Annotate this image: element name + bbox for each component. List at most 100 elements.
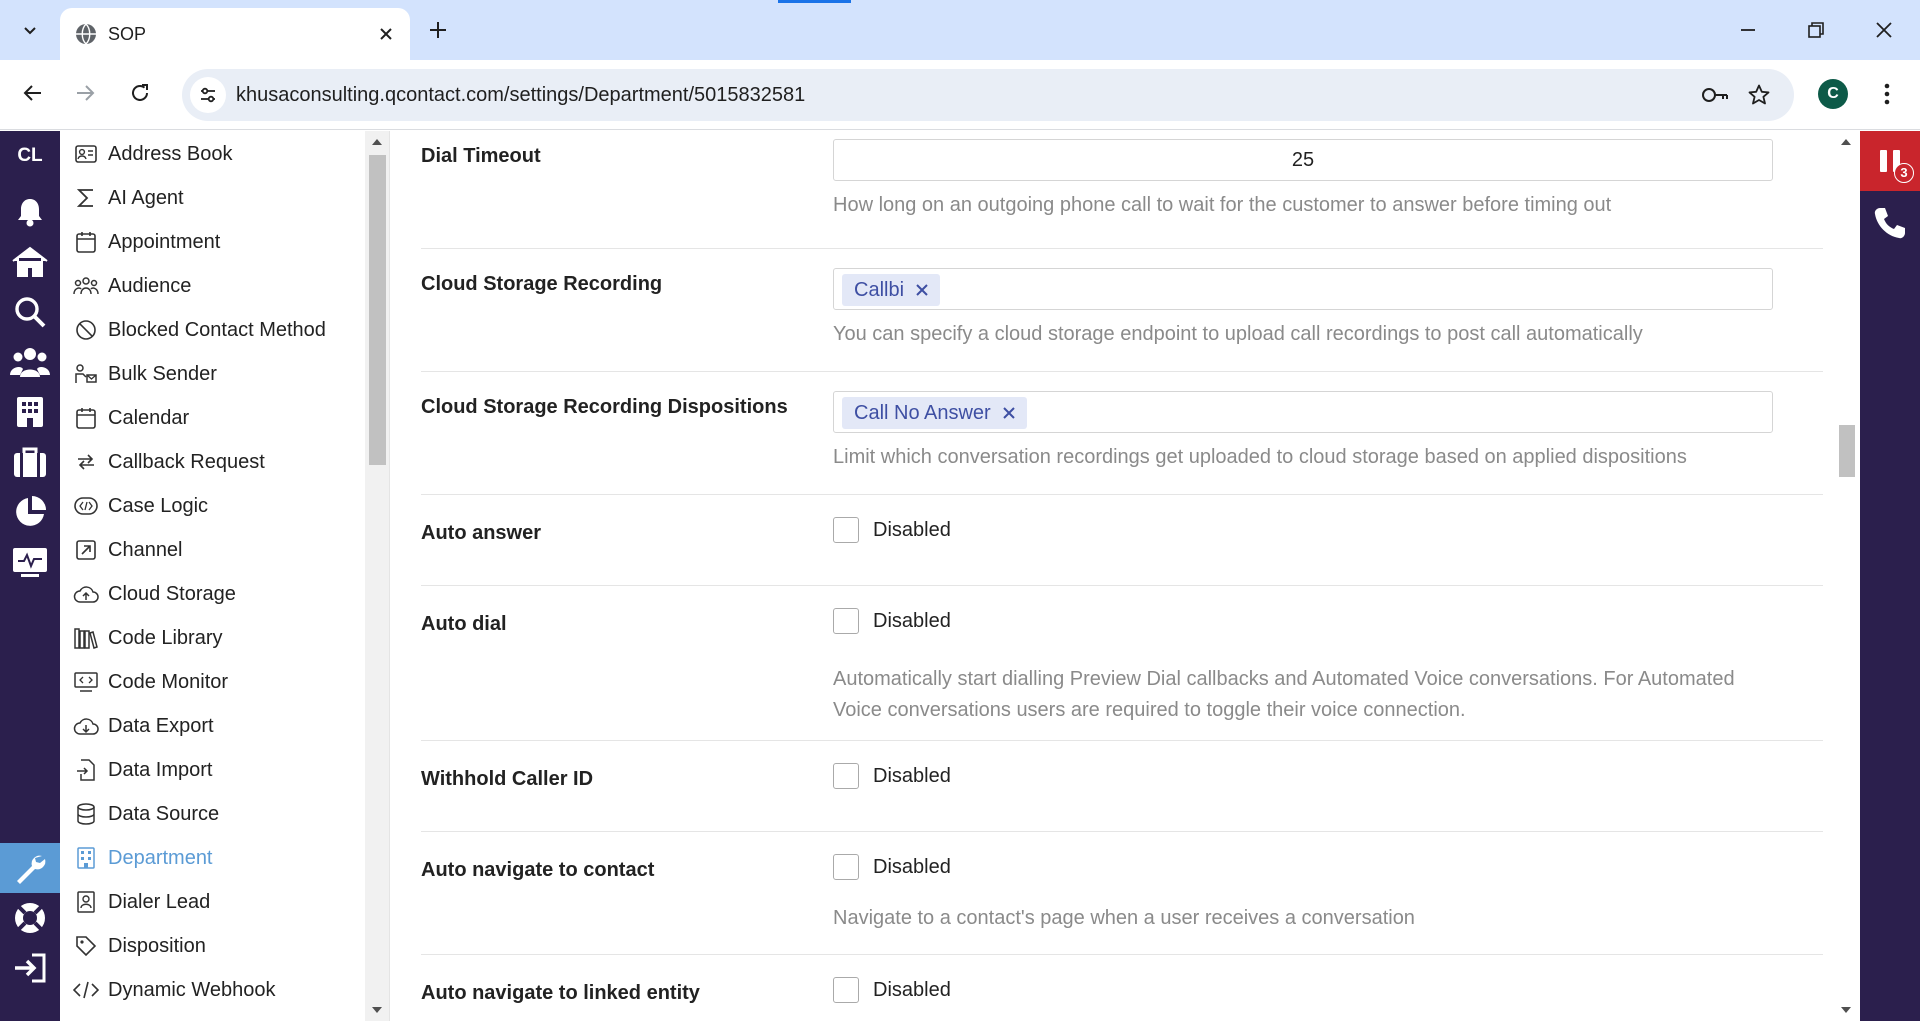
help-text: How long on an outgoing phone call to wa… bbox=[833, 194, 1612, 216]
nav-item-data-import[interactable]: Data Import bbox=[60, 748, 360, 792]
nav-item-label: Dynamic Webhook bbox=[108, 978, 276, 1001]
browser-tab-active[interactable]: SOP bbox=[60, 8, 410, 60]
tune-icon bbox=[201, 87, 215, 103]
new-tab-button[interactable] bbox=[422, 14, 454, 46]
bookmark-star-icon[interactable] bbox=[1744, 81, 1774, 109]
code-icon bbox=[73, 977, 99, 1003]
bulk-sender-icon bbox=[73, 361, 99, 387]
key-icon[interactable] bbox=[1700, 81, 1730, 109]
reload-button[interactable] bbox=[122, 75, 158, 111]
search-icon[interactable] bbox=[0, 287, 60, 337]
browser-menu-button[interactable] bbox=[1870, 77, 1904, 111]
audience-icon bbox=[73, 273, 99, 299]
nav-item-label: Code Library bbox=[108, 626, 223, 649]
nav-item-blocked-contact-method[interactable]: Blocked Contact Method bbox=[60, 308, 360, 352]
channel-icon bbox=[73, 537, 99, 563]
nav-item-dialer-lead[interactable]: Dialer Lead bbox=[60, 880, 360, 924]
help-text: Limit which conversation recordings get … bbox=[833, 446, 1687, 468]
tab-search-button[interactable] bbox=[14, 14, 46, 46]
scroll-up-icon[interactable] bbox=[372, 139, 382, 145]
help-text-line: Automatically start dialling Preview Dia… bbox=[833, 668, 1735, 690]
calendar-icon bbox=[73, 405, 99, 431]
nav-item-address-book[interactable]: Address Book bbox=[60, 132, 360, 176]
app-rail: CL bbox=[0, 131, 60, 1021]
dial-timeout-input[interactable]: 25 bbox=[833, 139, 1773, 181]
help-text: Automatically start dialling Preview Dia… bbox=[833, 664, 1823, 726]
setting-auto-navigate-contact: Auto navigate to contact Disabled Naviga… bbox=[421, 832, 1823, 955]
nav-item-data-export[interactable]: Data Export bbox=[60, 704, 360, 748]
nav-item-label: Audience bbox=[108, 274, 192, 297]
nav-scroll-thumb[interactable] bbox=[369, 155, 386, 465]
nav-item-ai-agent[interactable]: AI Agent bbox=[60, 176, 360, 220]
plus-icon bbox=[430, 22, 446, 38]
scroll-down-icon[interactable] bbox=[1841, 1007, 1851, 1013]
remove-chip-icon[interactable] bbox=[1001, 405, 1017, 421]
nav-item-code-library[interactable]: Code Library bbox=[60, 616, 360, 660]
phone-button[interactable] bbox=[1860, 193, 1920, 253]
nav-item-label: Cloud Storage bbox=[108, 582, 236, 605]
case-logic-icon bbox=[73, 493, 99, 519]
nav-item-calendar[interactable]: Calendar bbox=[60, 396, 360, 440]
logout-icon[interactable] bbox=[0, 943, 60, 993]
site-info-button[interactable] bbox=[190, 77, 226, 113]
chevron-down-icon bbox=[24, 27, 36, 35]
nav-item-channel[interactable]: Channel bbox=[60, 528, 360, 572]
withhold-caller-id-checkbox[interactable] bbox=[833, 763, 859, 789]
nav-item-dynamic-webhook[interactable]: Dynamic Webhook bbox=[60, 968, 360, 1012]
chip-label: Callbi bbox=[854, 278, 905, 301]
nav-item-label: Code Monitor bbox=[108, 670, 229, 693]
auto-navigate-linked-checkbox[interactable] bbox=[833, 977, 859, 1003]
building-icon[interactable] bbox=[0, 387, 60, 437]
home-icon[interactable] bbox=[0, 237, 60, 287]
nav-scrollbar[interactable] bbox=[365, 131, 389, 1021]
nav-item-appointment[interactable]: Appointment bbox=[60, 220, 360, 264]
forward-button[interactable] bbox=[67, 75, 103, 111]
wrench-icon[interactable] bbox=[0, 843, 60, 893]
nav-item-department[interactable]: Department bbox=[60, 836, 360, 880]
help-icon[interactable] bbox=[0, 893, 60, 943]
department-settings: Dial Timeout 25 How long on an outgoing … bbox=[390, 131, 1860, 1021]
nav-item-label: Department bbox=[108, 846, 213, 869]
auto-navigate-contact-checkbox[interactable] bbox=[833, 854, 859, 880]
cloud-storage-select[interactable]: Callbi bbox=[833, 268, 1773, 310]
auto-answer-checkbox[interactable] bbox=[833, 517, 859, 543]
scroll-down-icon[interactable] bbox=[372, 1007, 382, 1013]
monitor-icon[interactable] bbox=[0, 537, 60, 587]
address-bar[interactable]: khusaconsulting.qcontact.com/settings/De… bbox=[182, 69, 1794, 121]
back-button[interactable] bbox=[15, 75, 51, 111]
bell-icon[interactable] bbox=[0, 187, 60, 237]
nav-item-data-source[interactable]: Data Source bbox=[60, 792, 360, 836]
url-text[interactable]: khusaconsulting.qcontact.com/settings/De… bbox=[236, 83, 805, 107]
close-window-button[interactable] bbox=[1860, 12, 1908, 48]
auto-dial-checkbox[interactable] bbox=[833, 608, 859, 634]
pie-chart-icon[interactable] bbox=[0, 487, 60, 537]
nav-item-label: Data Import bbox=[108, 758, 213, 781]
restore-button[interactable] bbox=[1792, 12, 1840, 48]
close-tab-icon[interactable] bbox=[372, 20, 400, 48]
users-icon[interactable] bbox=[0, 337, 60, 387]
nav-item-audience[interactable]: Audience bbox=[60, 264, 360, 308]
scroll-up-icon[interactable] bbox=[1841, 139, 1851, 145]
notification-badge: 3 bbox=[1894, 163, 1914, 183]
minimize-button[interactable] bbox=[1724, 12, 1772, 48]
main-scroll-thumb[interactable] bbox=[1839, 425, 1855, 477]
pause-button[interactable] bbox=[1860, 131, 1920, 191]
main-scrollbar[interactable] bbox=[1834, 131, 1860, 1021]
nav-item-bulk-sender[interactable]: Bulk Sender bbox=[60, 352, 360, 396]
nav-item-disposition[interactable]: Disposition bbox=[60, 924, 360, 968]
briefcase-icon[interactable] bbox=[0, 437, 60, 487]
help-text-line: Voice conversations users are required t… bbox=[833, 699, 1466, 721]
nav-item-case-logic[interactable]: Case Logic bbox=[60, 484, 360, 528]
dispositions-select[interactable]: Call No Answer bbox=[833, 391, 1773, 433]
nav-item-code-monitor[interactable]: Code Monitor bbox=[60, 660, 360, 704]
setting-cloud-storage-dispositions: Cloud Storage Recording Dispositions Cal… bbox=[421, 372, 1823, 495]
setting-label: Auto answer bbox=[421, 522, 542, 544]
globe-icon bbox=[74, 22, 98, 46]
browser-toolbar: khusaconsulting.qcontact.com/settings/De… bbox=[0, 60, 1920, 130]
app-logo[interactable]: CL bbox=[0, 141, 60, 171]
file-import-icon bbox=[73, 757, 99, 783]
remove-chip-icon[interactable] bbox=[914, 282, 930, 298]
profile-avatar[interactable]: C bbox=[1818, 79, 1848, 109]
nav-item-cloud-storage[interactable]: Cloud Storage bbox=[60, 572, 360, 616]
nav-item-callback-request[interactable]: Callback Request bbox=[60, 440, 360, 484]
